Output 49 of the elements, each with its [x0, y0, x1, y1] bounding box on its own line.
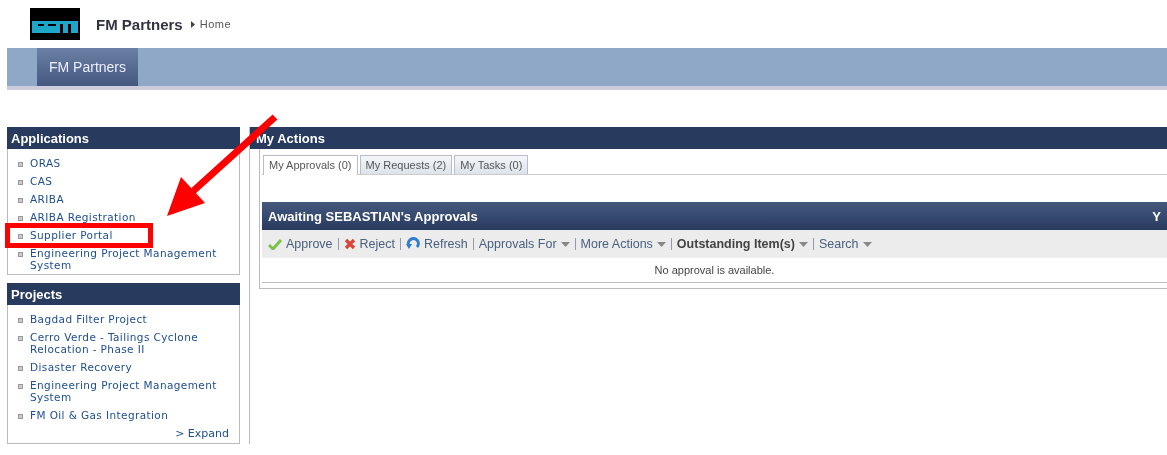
bullet-icon	[18, 384, 23, 389]
grid-header-text: Y	[1152, 208, 1161, 224]
toolbar-button[interactable]: Refresh	[406, 237, 468, 251]
menu-button[interactable]: Outstanding Item(s)	[676, 237, 808, 251]
caret-icon	[798, 241, 808, 247]
tab[interactable]: My Requests (2)	[359, 155, 453, 174]
nav-tab[interactable]: FM Partners	[37, 48, 138, 86]
sidebar-link[interactable]: Engineering Project Management System	[30, 379, 225, 403]
bullet-icon	[18, 234, 23, 239]
tab[interactable]: My Approvals (0)	[263, 155, 358, 175]
bullet-icon	[18, 216, 23, 221]
expand-link[interactable]: > Expand	[175, 427, 229, 440]
bullet-icon	[18, 336, 23, 341]
site-title: FM Partners	[96, 15, 183, 33]
breadcrumb-arrow-icon	[190, 20, 195, 28]
sidebar-link[interactable]: ORAS	[30, 157, 61, 169]
bullet-icon	[18, 162, 23, 167]
grid-title: Awaiting SEBASTIAN's Approvals	[268, 208, 478, 224]
sidebar-link[interactable]: ARIBA	[30, 193, 64, 205]
sidebar-link[interactable]: Engineering Project Management System	[30, 247, 225, 271]
sidebar-link[interactable]: ARIBA Registration	[30, 211, 136, 223]
breadcrumb: Home	[199, 18, 232, 30]
bullet-icon	[18, 366, 23, 371]
bullet-icon	[18, 180, 23, 185]
menu-button[interactable]: Search	[818, 237, 872, 251]
sidebar-link[interactable]: Bagdad Filter Project	[30, 313, 148, 325]
check-icon	[268, 238, 282, 250]
menu-button[interactable]: More Actions	[580, 237, 666, 251]
caret-icon	[560, 241, 570, 247]
x-icon	[343, 238, 356, 250]
caret-icon	[656, 241, 666, 247]
sidebar-link[interactable]: Disaster Recovery	[30, 361, 133, 373]
panel-title: Projects	[11, 286, 63, 302]
bullet-icon	[18, 252, 23, 257]
refresh-icon	[406, 237, 420, 251]
sidebar-link[interactable]: FM Oil & Gas Integration	[30, 409, 169, 421]
sidebar-link[interactable]: Supplier Portal	[30, 229, 113, 241]
empty-message: No approval is available.	[262, 258, 1167, 283]
toolbar-button[interactable]: Approve	[268, 237, 333, 251]
sidebar-link[interactable]: CAS	[30, 175, 53, 187]
panel-title: Applications	[11, 130, 89, 146]
bullet-icon	[18, 414, 23, 419]
bullet-icon	[18, 318, 23, 323]
caret-icon	[862, 241, 872, 247]
menu-button[interactable]: Approvals For	[478, 237, 570, 251]
bullet-icon	[18, 198, 23, 203]
tab[interactable]: My Tasks (0)	[454, 155, 529, 174]
toolbar-button[interactable]: Reject	[343, 237, 395, 251]
sidebar-link[interactable]: Cerro Verde - Tailings Cyclone Relocation - Phase II	[30, 331, 225, 355]
